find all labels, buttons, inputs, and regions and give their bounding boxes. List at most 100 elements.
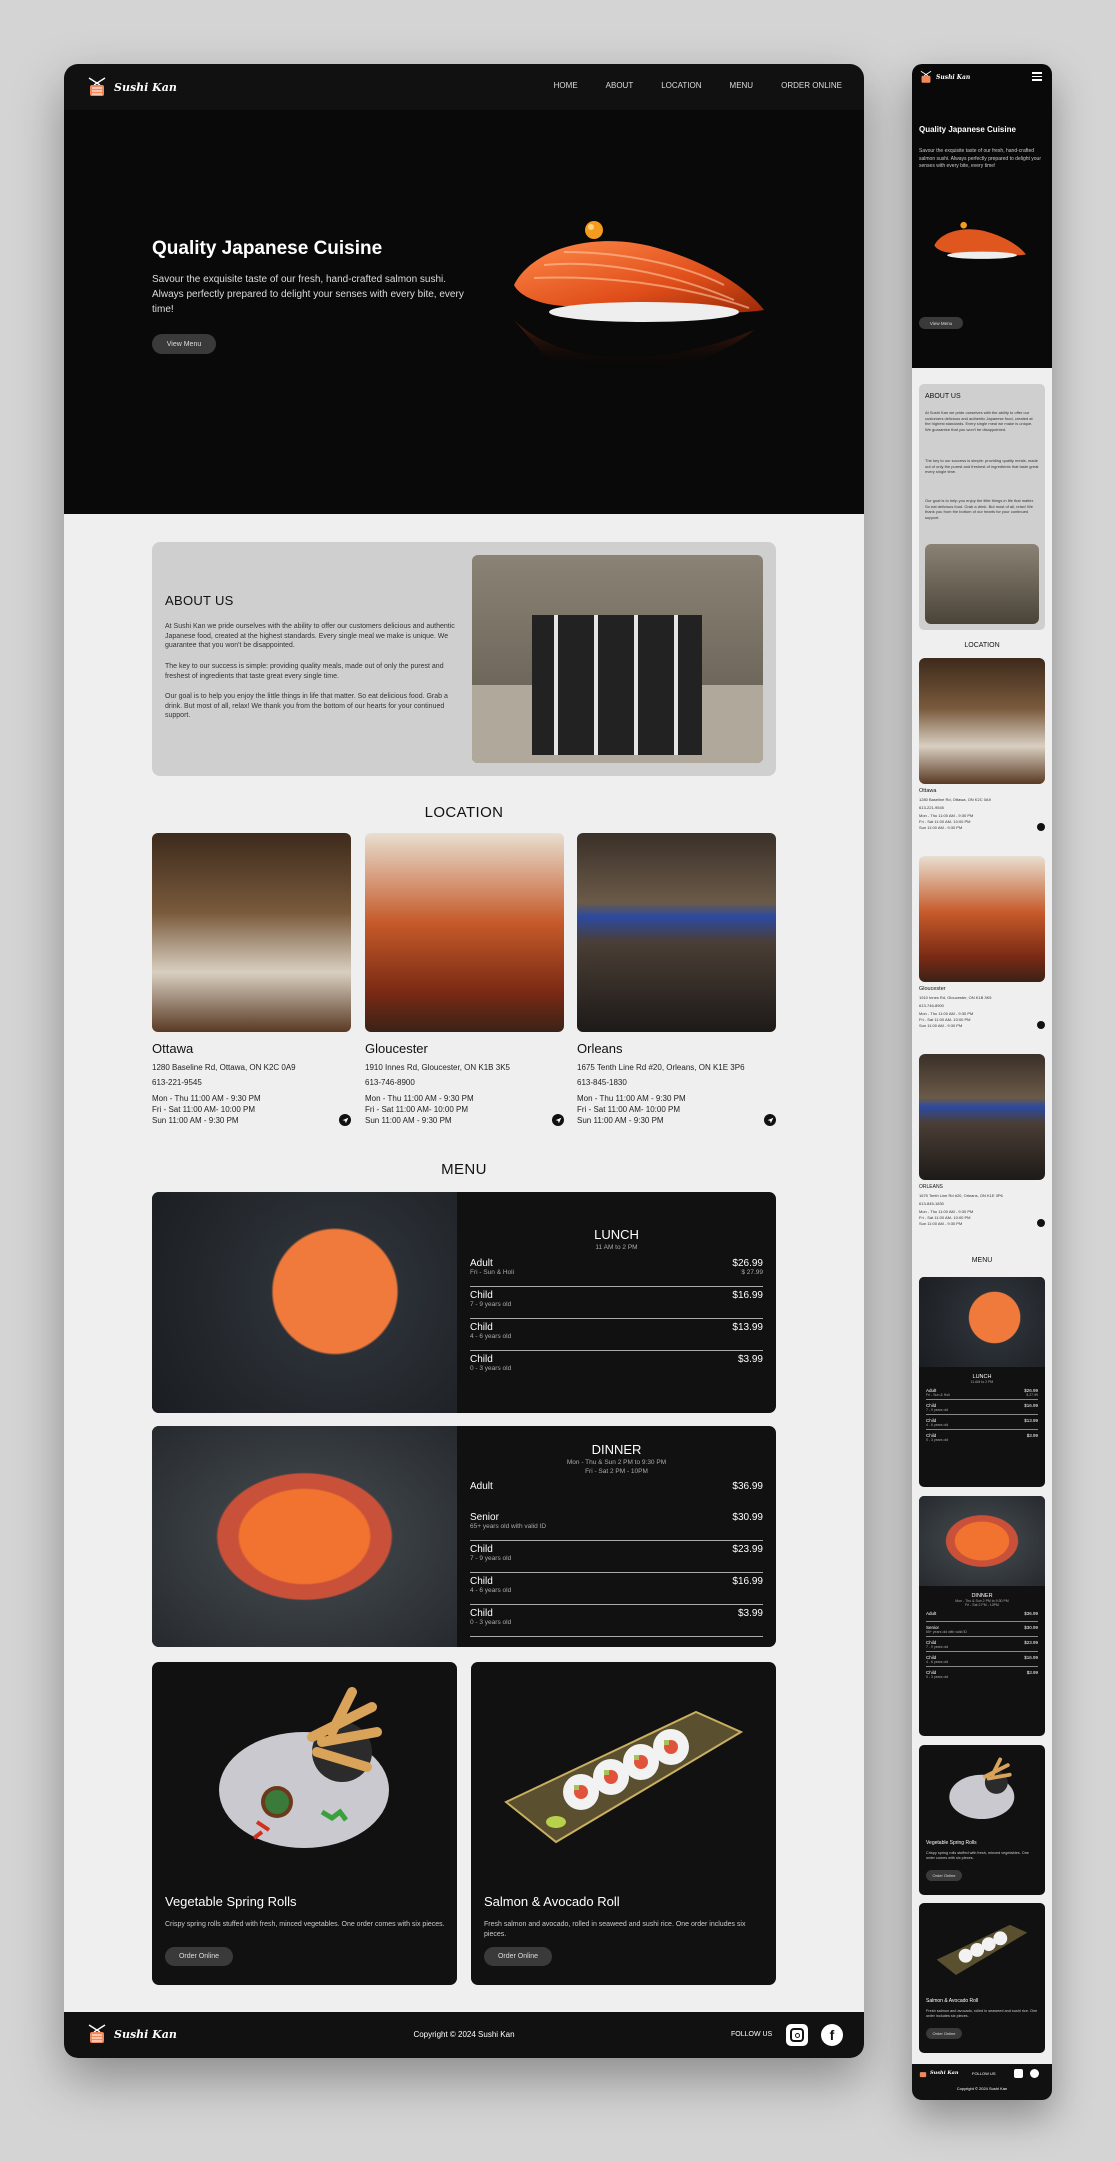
lunch-row-child: Child $13.99 4 - 6 years old [470, 1322, 763, 1354]
location-name: Gloucester [365, 1041, 428, 1056]
top-nav: Sushi Kan HOME ABOUT LOCATION MENU ORDER… [64, 64, 864, 110]
location-hours-sunday: Sun 11:00 AM - 9:30 PM [365, 1116, 452, 1125]
location-address: 1910 Innes Rd, Gloucester, ON K1B 3K5 [365, 1063, 510, 1072]
dinner-time-weekend: Fri - Sat 2 PM - 10PM [585, 1468, 648, 1475]
lunch-time: 11 AM to 2 PM [595, 1244, 638, 1251]
location-hours-weekend: Fri - Sat 11:00 AM- 10:00 PM [152, 1105, 256, 1114]
mobile-about-p2: The key to our success is simple: provid… [925, 458, 1039, 474]
nav-location[interactable]: LOCATION [661, 81, 701, 90]
location-phone[interactable]: 613-221-9545 [152, 1077, 351, 1088]
hero-title: Quality Japanese Cuisine [152, 238, 383, 259]
desktop-page: Sushi Kan HOME ABOUT LOCATION MENU ORDER… [64, 64, 864, 2058]
follow-us-label: FOLLOW US [731, 2031, 773, 2038]
mobile-footer-logo[interactable]: Sushi Kan [918, 2068, 959, 2078]
location-hours-weekday: Mon - Thu 11:00 AM - 9:30 PM [577, 1094, 686, 1103]
mobile-orleans-photo [919, 1054, 1045, 1180]
lunch-sushi-photo [152, 1192, 457, 1413]
brand-logo[interactable]: Sushi Kan [86, 76, 177, 98]
mobile-salmon-order-button[interactable]: Order Online [926, 2028, 962, 2039]
dinner-card: DINNER Mon - Thu & Sun 2 PM to 9:30 PM F… [152, 1426, 776, 1647]
mobile-location-ottawa: Ottawa 1280 Baseline Rd, Ottawa, ON K2C … [919, 788, 1045, 831]
spring-roll-text: Crispy spring rolls stuffed with fresh, … [165, 1921, 445, 1928]
mobile-logo[interactable]: Sushi Kan [919, 70, 970, 84]
about-section: ABOUT US At Sushi Kan we pride ourselves… [152, 542, 776, 776]
hero-text: Savour the exquisite taste of our fresh,… [152, 274, 464, 315]
about-paragraph-2: The key to our success is simple: provid… [165, 663, 444, 680]
mobile-hero-text: Savour the exquisite taste of our fresh,… [919, 148, 1042, 169]
mobile-salmon-roll-card: Salmon & Avocado Roll Fresh salmon and a… [919, 1903, 1045, 2053]
nav-about[interactable]: ABOUT [606, 81, 634, 90]
spring-roll-title: Vegetable Spring Rolls [165, 1894, 297, 1909]
lunch-row-child: Child $16.99 7 - 9 years old [470, 1290, 763, 1322]
hamburger-menu-icon[interactable] [1032, 72, 1042, 81]
nav-menu[interactable]: MENU [730, 81, 754, 90]
location-hours-weekend: Fri - Sat 11:00 AM- 10:00 PM [577, 1105, 681, 1114]
location-hours-weekday: Mon - Thu 11:00 AM - 9:30 PM [152, 1094, 261, 1103]
location-phone[interactable]: 613-845-1830 [577, 1077, 776, 1088]
orleans-photo [577, 833, 776, 1032]
dinner-row-child: Child $3.99 0 - 3 years old [470, 1608, 763, 1640]
dinner-sashimi-photo [152, 1426, 457, 1647]
hero-section: Quality Japanese Cuisine Savour the exqu… [64, 110, 864, 514]
location-name: Ottawa [152, 1041, 194, 1056]
mobile-spring-roll-card: Vegetable Spring Rolls Crispy spring rol… [919, 1745, 1045, 1895]
mobile-ottawa-photo [919, 658, 1045, 784]
salmon-avocado-roll-image [504, 1710, 744, 1844]
gloucester-photo [365, 833, 564, 1032]
sushi-logo-icon [920, 70, 932, 83]
menu-title: MENU [441, 1161, 487, 1178]
directions-icon[interactable] [1037, 823, 1045, 831]
dinner-row-adult: Adult $36.99 [470, 1481, 763, 1492]
salmon-nigiri-image [514, 221, 764, 372]
mobile-lunch-card: LUNCH 11 AM to 2 PM Adult $26.99 Fri - Su… [919, 1277, 1045, 1487]
view-menu-button[interactable]: View Menu [152, 334, 216, 354]
directions-icon[interactable] [1037, 1021, 1045, 1029]
directions-icon[interactable] [1037, 1219, 1045, 1227]
spring-roll-image [219, 1687, 389, 1848]
ottawa-photo [152, 833, 351, 1032]
location-hours-sunday: Sun 11:00 AM - 9:30 PM [577, 1116, 664, 1125]
facebook-icon[interactable]: f [821, 2024, 843, 2046]
footer: Sushi Kan Copyright © 2024 Sushi Kan FOL… [64, 2012, 864, 2058]
mobile-footer: Sushi Kan FOLLOW US Copyright © 2024 Sus… [912, 2064, 1052, 2100]
mobile-dinner-card: DINNER Mon - Thu & Sun 2 PM to 9:30 PM F… [919, 1496, 1045, 1736]
instagram-icon[interactable] [786, 2024, 808, 2046]
directions-icon[interactable] [339, 1114, 351, 1126]
mobile-spring-order-button[interactable]: Order Online [926, 1870, 962, 1881]
salmon-roll-order-button[interactable]: Order Online [484, 1947, 552, 1966]
mobile-about-title: ABOUT US [925, 393, 961, 400]
mobile-view-menu-button[interactable]: View Menu [919, 317, 963, 329]
brand-name: Sushi Kan [114, 80, 177, 94]
instagram-icon[interactable] [1014, 2069, 1023, 2078]
salmon-roll-card: Salmon & Avocado Roll Fresh salmon and a… [471, 1662, 776, 1985]
salmon-roll-title: Salmon & Avocado Roll [484, 1894, 620, 1909]
location-gloucester: Gloucester 1910 Innes Rd, Gloucester, ON… [365, 1041, 564, 1126]
directions-icon[interactable] [764, 1114, 776, 1126]
location-phone[interactable]: 613-746-8900 [365, 1077, 564, 1088]
location-name: Orleans [577, 1041, 623, 1056]
mobile-location-title: LOCATION [964, 642, 1000, 649]
spring-roll-card: Vegetable Spring Rolls Crispy spring rol… [152, 1662, 457, 1985]
mobile-about-p1: At Sushi Kan we pride ourselves with the… [925, 410, 1033, 432]
nav-home[interactable]: HOME [554, 81, 578, 90]
spring-roll-order-button[interactable]: Order Online [165, 1947, 233, 1966]
dinner-time-weekday: Mon - Thu & Sun 2 PM to 9:30 PM [566, 1459, 667, 1466]
about-paragraph-1: At Sushi Kan we pride ourselves with the… [165, 623, 455, 649]
directions-icon[interactable] [552, 1114, 564, 1126]
location-hours-weekday: Mon - Thu 11:00 AM - 9:30 PM [365, 1094, 474, 1103]
nav-order-online[interactable]: ORDER ONLINE [781, 81, 842, 90]
lunch-title: LUNCH [594, 1227, 639, 1242]
dinner-row-senior: Senior $30.99 65+ years old with valid ID [470, 1512, 763, 1544]
salmon-roll-text: Fresh salmon and avocado, rolled in seaw… [484, 1921, 746, 1938]
brand-name: Sushi Kan [936, 73, 971, 81]
mobile-location-orleans: ORLEANS 1675 Tenth Line Rd #20, Orleans,… [919, 1184, 1045, 1227]
staff-photo [472, 555, 763, 763]
location-hours-sunday: Sun 11:00 AM - 9:30 PM [152, 1116, 239, 1125]
lunch-row-adult: Adult $26.99 Fri - Sun & Holi $ 27.99 [470, 1258, 763, 1290]
location-title: LOCATION [424, 804, 504, 821]
facebook-icon[interactable] [1030, 2069, 1039, 2078]
dinner-title: DINNER [591, 1442, 642, 1457]
lunch-card: LUNCH 11 AM to 2 PM Adult $26.99 Fri - Su… [152, 1192, 776, 1413]
mobile-about: ABOUT US At Sushi Kan we pride ourselves… [919, 384, 1045, 630]
mobile-staff-photo [925, 544, 1039, 624]
